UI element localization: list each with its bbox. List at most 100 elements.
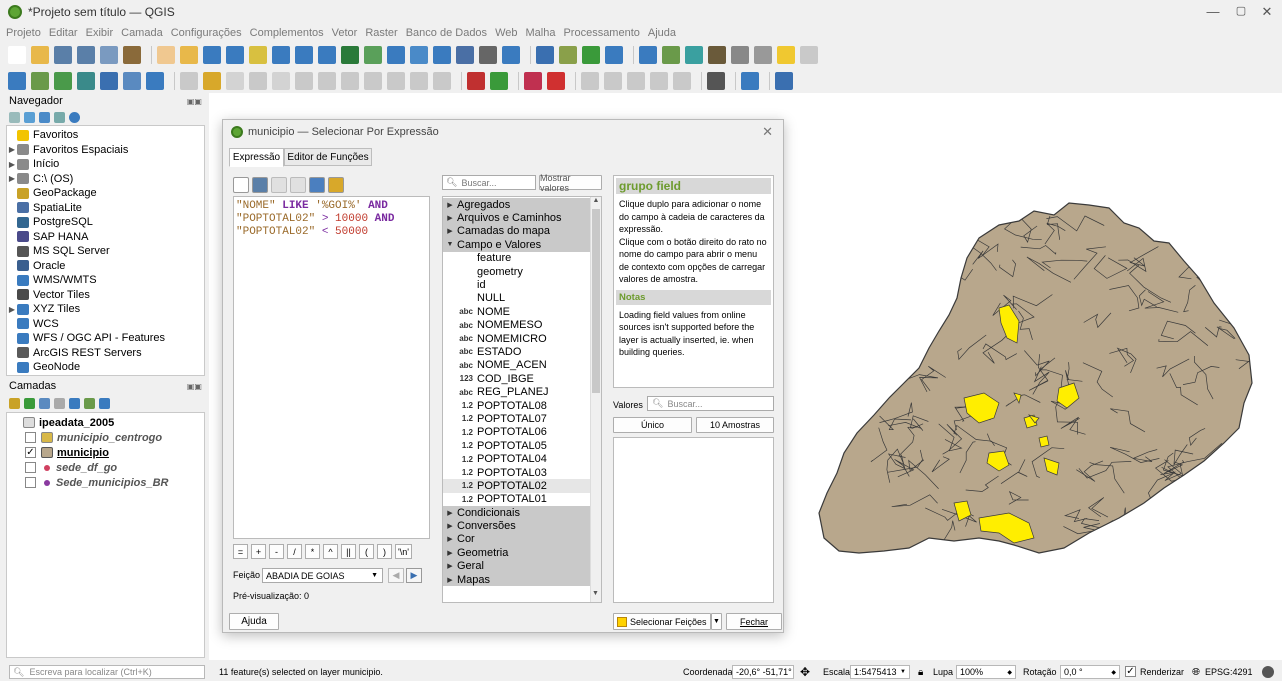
browser-item[interactable]: Vector Tiles [7,288,204,303]
project-tool-icon[interactable] [502,46,520,64]
project-tool-icon[interactable] [777,46,795,64]
expand-arrow-icon[interactable]: ▶ [7,174,17,183]
lock-icon[interactable]: 🔒︎ [918,667,923,678]
browser-item[interactable]: WCS [7,317,204,332]
layers-tool-icon[interactable] [39,397,50,409]
delete-icon[interactable] [290,177,306,193]
menu-item[interactable]: Banco de Dados [406,27,487,39]
layers-tool-icon[interactable] [54,397,65,409]
browser-item[interactable]: PostgreSQL [7,215,204,230]
browser-item[interactable]: ▶ C:\ (OS) [7,172,204,187]
project-tool-icon[interactable] [605,46,623,64]
project-tool-icon[interactable] [203,46,221,64]
crs-button[interactable]: EPSG:4291 [1205,667,1253,677]
browser-item[interactable]: GeoNode [7,360,204,375]
close-dialog-button[interactable]: Fechar [726,613,782,630]
function-tree-item[interactable]: ▼ Campo e Valores [443,238,591,252]
digitize-tool-icon[interactable] [410,72,428,90]
digitize-tool-icon[interactable] [490,72,508,90]
layers-tool-icon[interactable] [24,397,35,409]
function-tree-item[interactable]: ▶ Mapas [443,572,591,587]
menu-item[interactable]: Raster [365,27,397,39]
values-list[interactable] [613,437,774,603]
project-tool-icon[interactable] [77,46,95,64]
digitize-tool-icon[interactable] [31,72,49,90]
function-tree-item[interactable]: ▶ Arquivos e Caminhos [443,211,591,225]
function-tree-item[interactable]: 1.2 POPTOTAL08 [443,399,591,412]
function-tree-item[interactable]: abc REG_PLANEJ [443,385,591,398]
digitize-tool-icon[interactable] [249,72,267,90]
function-tree-item[interactable]: abc NOMEMESO [443,319,591,332]
function-tree-item[interactable]: feature [443,252,591,265]
expand-arrow-icon[interactable]: ▶ [443,562,457,570]
project-tool-icon[interactable] [536,46,554,64]
browser-item[interactable]: ArcGIS REST Servers [7,346,204,361]
operator-button[interactable]: + [251,544,266,559]
digitize-tool-icon[interactable] [272,72,290,90]
project-tool-icon[interactable] [685,46,703,64]
menu-item[interactable]: Processamento [563,27,639,39]
menu-item[interactable]: Camada [121,27,163,39]
digitize-tool-icon[interactable] [146,72,164,90]
operator-button[interactable]: ( [359,544,374,559]
project-tool-icon[interactable] [8,46,26,64]
project-tool-icon[interactable] [559,46,577,64]
digitize-tool-icon[interactable] [673,72,691,90]
info-icon[interactable] [69,111,80,123]
expand-arrow-icon[interactable]: ▼ [443,241,457,248]
project-tool-icon[interactable] [180,46,198,64]
layer-item[interactable]: Sede_municipios_BR [7,475,204,490]
next-feature-button[interactable]: ▶ [406,568,422,583]
operator-button[interactable]: / [287,544,302,559]
menu-item[interactable]: Projeto [6,27,41,39]
function-tree-item[interactable]: ▶ Geral [443,559,591,573]
expand-arrow-icon[interactable]: ▶ [443,214,457,222]
digitize-tool-icon[interactable] [581,72,599,90]
extents-toggle-icon[interactable]: ✥ [800,665,810,679]
function-tree-item[interactable]: abc NOME [443,305,591,318]
browser-item[interactable]: SpatiaLite [7,201,204,216]
menu-item[interactable]: Exibir [86,27,114,39]
function-tree-item[interactable]: id [443,278,591,291]
project-tool-icon[interactable] [708,46,726,64]
collapse-icon[interactable] [54,111,65,123]
project-tool-icon[interactable] [341,46,359,64]
operator-button[interactable]: || [341,544,356,559]
browser-item[interactable]: WFS / OGC API - Features [7,331,204,346]
function-tree-item[interactable]: abc NOME_ACEN [443,359,591,372]
add-selected-icon[interactable] [9,111,20,123]
minimize-button[interactable]: — [1206,4,1220,19]
function-tree-item[interactable]: ▶ Condicionais [443,505,591,520]
layer-item[interactable]: ipeadata_2005 [7,415,204,430]
digitize-tool-icon[interactable] [295,72,313,90]
digitize-tool-icon[interactable] [100,72,118,90]
function-tree-item[interactable]: abc ESTADO [443,345,591,358]
layer-item[interactable]: sede_df_go [7,460,204,475]
project-tool-icon[interactable] [410,46,428,64]
function-tree-item[interactable]: ▶ Cor [443,532,591,547]
tab-function-editor[interactable]: Editor de Funções [284,148,372,166]
digitize-tool-icon[interactable] [650,72,668,90]
expand-arrow-icon[interactable]: ▶ [443,522,457,530]
digitize-tool-icon[interactable] [433,72,451,90]
function-tree-item[interactable]: ▶ Agregados [443,198,591,212]
expand-arrow-icon[interactable]: ▶ [443,535,457,543]
select-features-button[interactable]: Selecionar Feições [613,613,711,630]
layer-visibility-checkbox[interactable]: ✓ [25,447,36,458]
function-tree-item[interactable]: 1.2 POPTOTAL01 [443,493,591,506]
previous-feature-button[interactable]: ◀ [388,568,404,583]
expand-arrow-icon[interactable]: ▶ [443,509,457,517]
export-icon[interactable] [328,177,344,193]
digitize-tool-icon[interactable] [775,72,793,90]
digitize-tool-icon[interactable] [77,72,95,90]
browser-item[interactable]: ▶ XYZ Tiles [7,302,204,317]
browser-item[interactable]: ▶ Início [7,157,204,172]
function-tree-item[interactable]: ▶ Conversões [443,519,591,533]
menu-item[interactable]: Ajuda [648,27,676,39]
project-tool-icon[interactable] [364,46,382,64]
show-values-button[interactable]: Mostrar valores [539,173,602,193]
function-tree-item[interactable]: 1.2 POPTOTAL02 [443,479,591,493]
layers-tool-icon[interactable] [99,397,110,409]
layer-visibility-checkbox[interactable] [25,477,36,488]
digitize-tool-icon[interactable] [707,72,725,90]
